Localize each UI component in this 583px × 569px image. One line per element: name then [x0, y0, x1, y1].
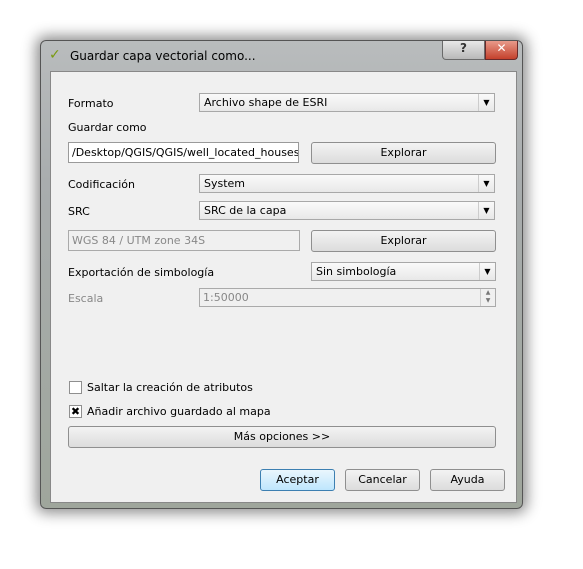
scale-label: Escala — [68, 292, 104, 305]
encoding-label: Codificación — [68, 178, 135, 191]
dialog-title: Guardar capa vectorial como... — [70, 49, 256, 63]
close-button[interactable]: ✕ — [485, 41, 518, 60]
save-as-input[interactable]: /Desktop/QGIS/QGIS/well_located_houses.s… — [68, 142, 299, 163]
more-options-button[interactable]: Más opciones >> — [68, 426, 496, 448]
help-button[interactable]: Ayuda — [430, 469, 505, 491]
format-label: Formato — [68, 97, 114, 110]
skip-attributes-label: Saltar la creación de atributos — [87, 381, 253, 394]
encoding-value: System — [204, 177, 246, 190]
scale-spinbox: 1:50000 ▲ ▼ — [199, 288, 496, 307]
chevron-down-icon: ▼ — [478, 175, 494, 192]
add-to-map-label: Añadir archivo guardado al mapa — [87, 405, 271, 418]
format-value: Archivo shape de ESRI — [204, 96, 328, 109]
crs-select[interactable]: SRC de la capa ▼ — [199, 201, 495, 220]
help-title-button[interactable]: ? — [442, 41, 485, 60]
format-select[interactable]: Archivo shape de ESRI ▼ — [199, 93, 495, 112]
encoding-select[interactable]: System ▼ — [199, 174, 495, 193]
symbology-value: Sin simbología — [316, 265, 397, 278]
symbology-select[interactable]: Sin simbología ▼ — [311, 262, 496, 281]
browse-file-button[interactable]: Explorar — [311, 142, 496, 164]
scale-value: 1:50000 — [203, 291, 249, 304]
spin-arrows-icon: ▲ ▼ — [480, 289, 495, 306]
cancel-button[interactable]: Cancelar — [345, 469, 420, 491]
browse-crs-button[interactable]: Explorar — [311, 230, 496, 252]
symbology-label: Exportación de simbología — [68, 266, 215, 279]
skip-attributes-checkbox[interactable] — [69, 381, 82, 394]
crs-input: WGS 84 / UTM zone 34S — [68, 230, 300, 251]
add-to-map-checkbox[interactable]: ✖ — [69, 405, 82, 418]
save-vector-layer-dialog: ✓ Guardar capa vectorial como... ? ✕ For… — [40, 40, 523, 509]
dialog-body: Formato Archivo shape de ESRI ▼ Guardar c… — [50, 71, 517, 503]
save-as-label: Guardar como — [68, 121, 147, 134]
chevron-down-icon: ▼ — [478, 202, 494, 219]
crs-label: SRC — [68, 205, 90, 218]
accept-button[interactable]: Aceptar — [260, 469, 335, 491]
chevron-down-icon: ▼ — [479, 263, 495, 280]
crs-select-value: SRC de la capa — [204, 204, 287, 217]
chevron-down-icon: ▼ — [478, 94, 494, 111]
qgis-icon: ✓ — [49, 47, 61, 63]
